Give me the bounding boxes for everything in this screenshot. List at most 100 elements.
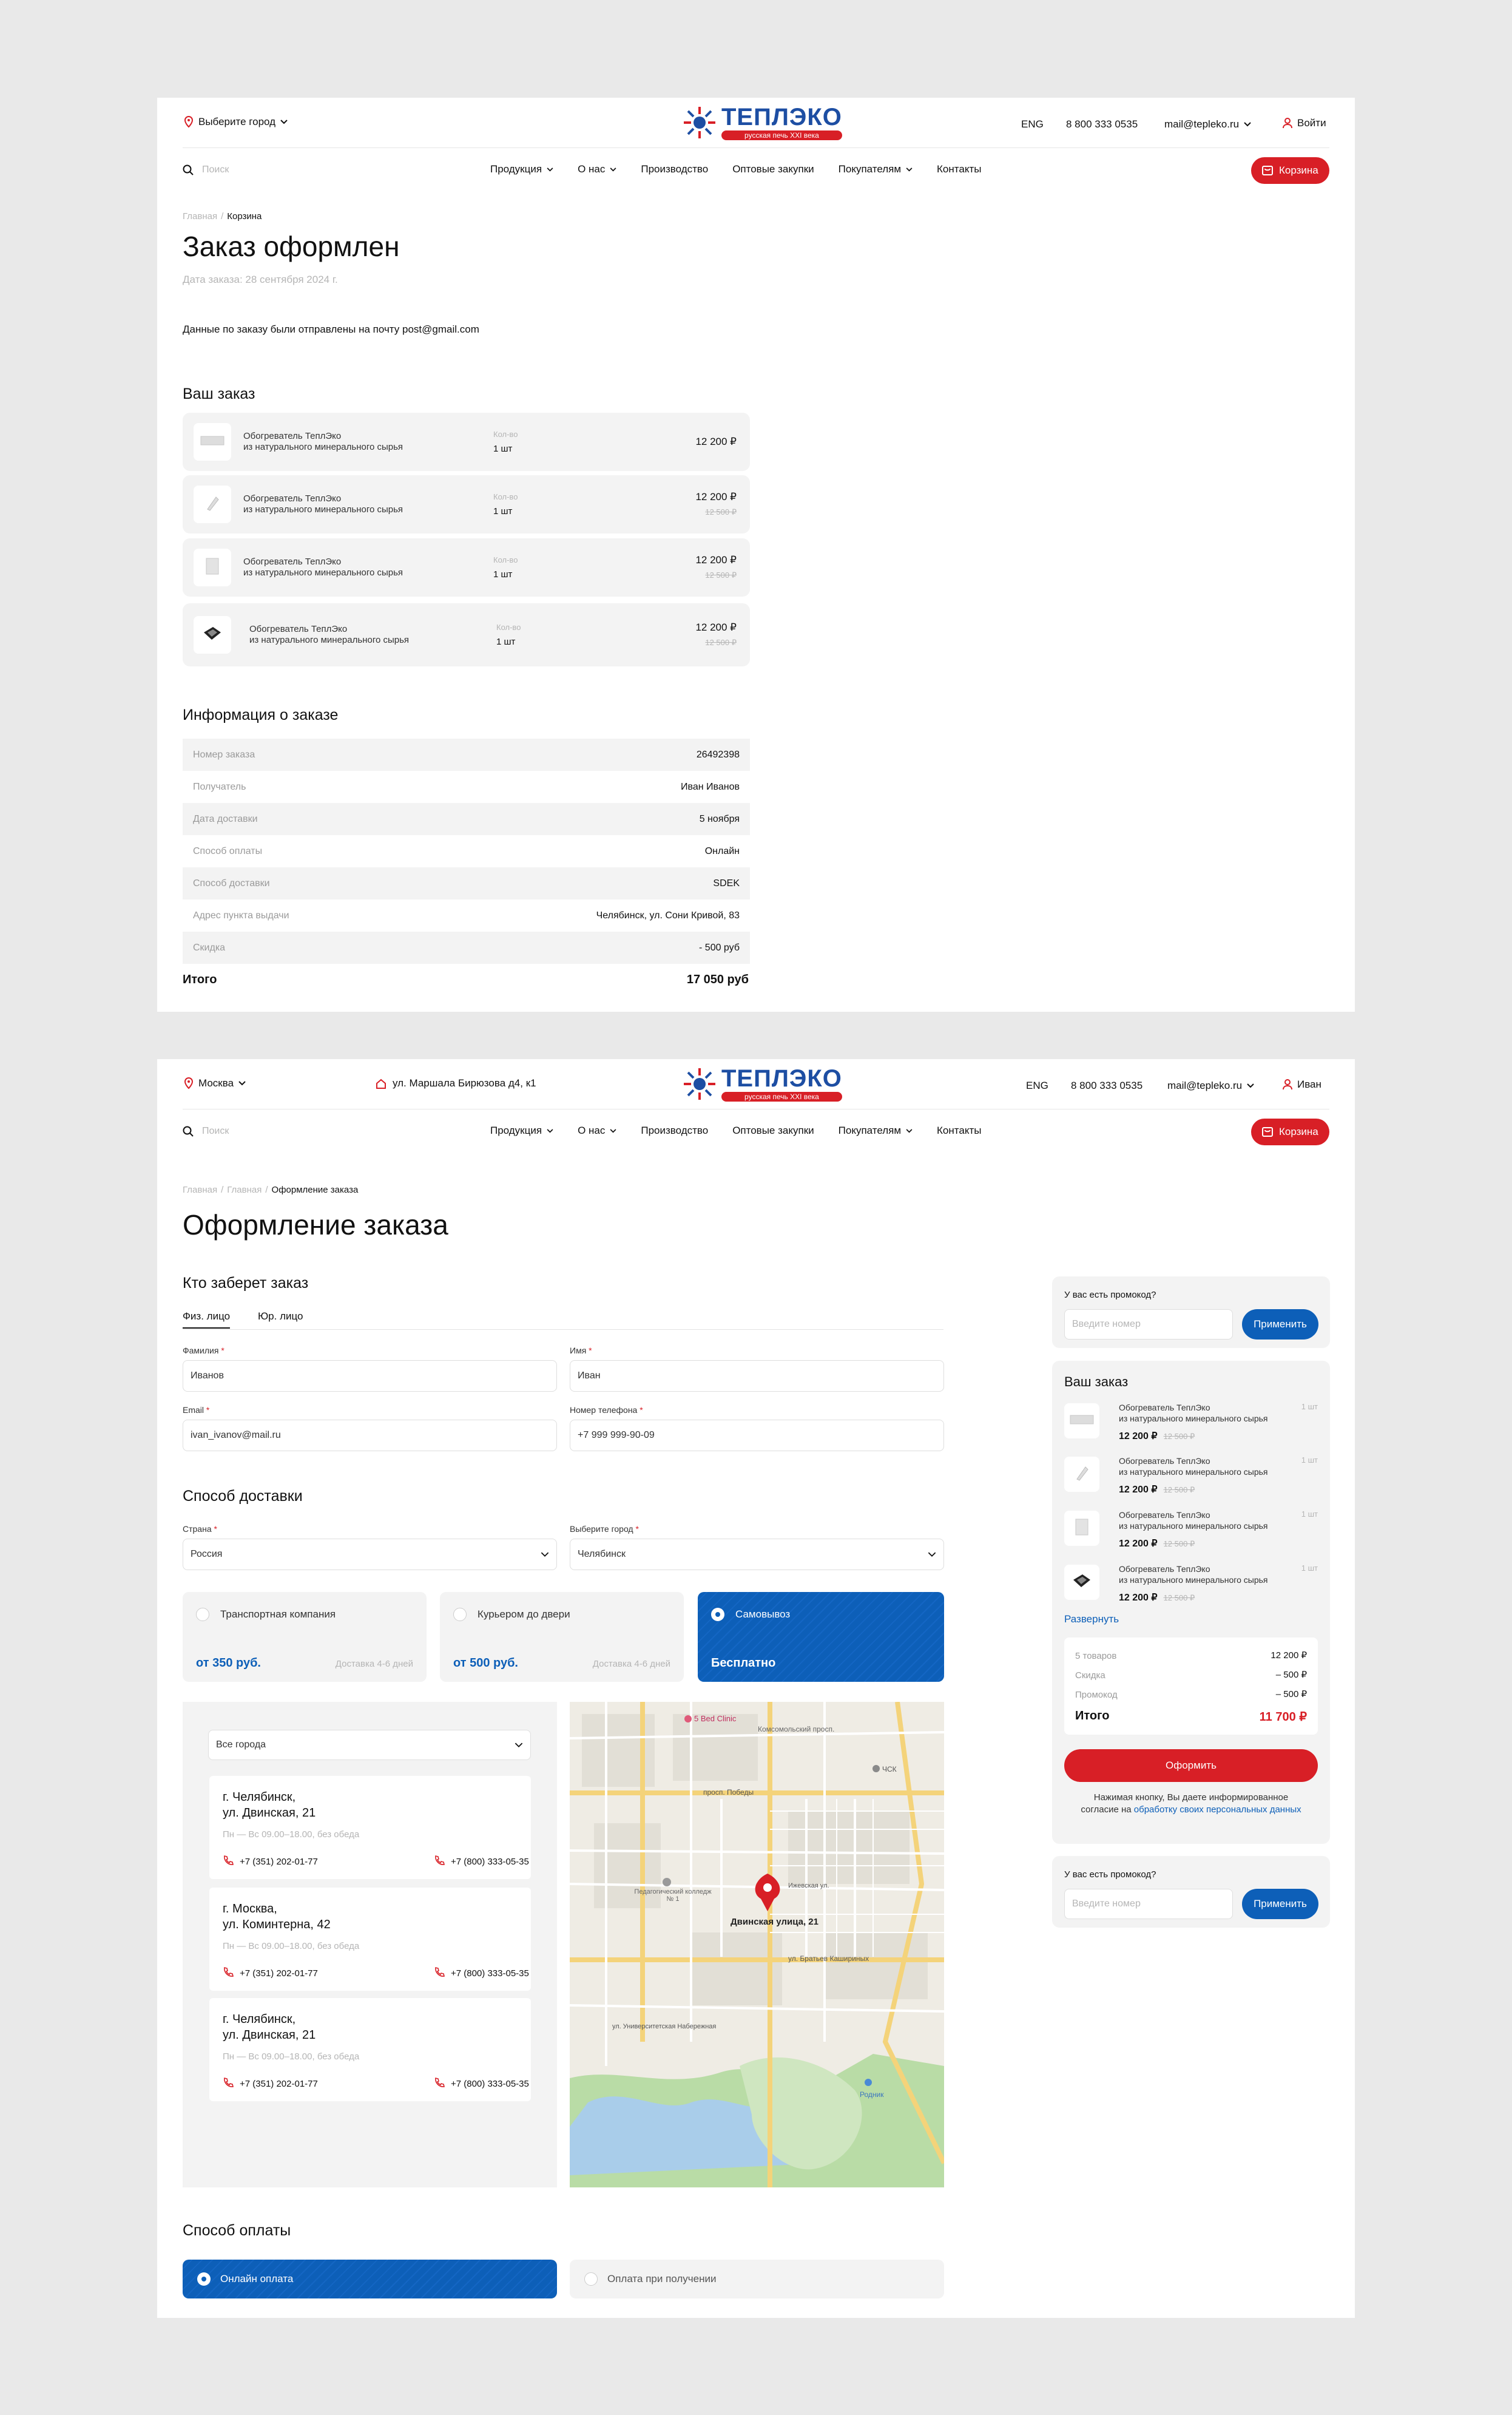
phone-link[interactable]: 8 800 333 0535	[1071, 1080, 1142, 1092]
promo-card: У вас есть промокод? Введите номер Приме…	[1052, 1856, 1330, 1928]
consent-link[interactable]: обработку своих персональных данных	[1134, 1804, 1301, 1815]
info-row: Способ оплаты Онлайн	[183, 835, 750, 867]
search-icon	[183, 164, 194, 175]
price-value: 12 200 ₽	[695, 436, 737, 447]
delivery-option-courier[interactable]: Курьером до двери от 500 руб. Доставка 4…	[440, 1592, 684, 1682]
radio-button[interactable]	[584, 2272, 598, 2286]
nav-wholesale[interactable]: Оптовые закупки	[732, 1125, 814, 1137]
nav-products[interactable]: Продукция	[490, 163, 553, 175]
breadcrumb-home[interactable]: Главная	[183, 1185, 217, 1195]
breadcrumb-home[interactable]: Главная	[227, 1185, 262, 1195]
pickup-phone-1[interactable]: +7 (351) 202-01-77	[223, 2077, 318, 2090]
nav-production[interactable]: Производство	[641, 163, 708, 175]
delivery-option-transport[interactable]: Транспортная компания от 350 руб. Достав…	[183, 1592, 427, 1682]
email-field[interactable]: ivan_ivanov@mail.ru	[183, 1420, 557, 1451]
pickup-list: Все города г. Челябинск, ул. Двинская, 21…	[183, 1702, 557, 2187]
pickup-phone-2[interactable]: +7 (800) 333-05-35	[434, 1855, 529, 1868]
pickup-point-card[interactable]: г. Челябинск, ул. Двинская, 21 Пн — Вс 09.…	[209, 1776, 531, 1879]
radio-button-selected[interactable]	[711, 1608, 724, 1621]
apply-promo-button[interactable]: Применить	[1242, 1309, 1318, 1340]
pickup-phone-2[interactable]: +7 (800) 333-05-35	[434, 2077, 529, 2090]
pickup-point-card[interactable]: г. Челябинск, ул. Двинская, 21 Пн — Вс 09.…	[209, 1998, 531, 2101]
cart-button[interactable]: Корзина	[1251, 1119, 1329, 1145]
chevron-down-icon	[906, 167, 913, 172]
phone-number: +7 (351) 202-01-77	[240, 1856, 318, 1867]
search[interactable]: Поиск	[183, 1126, 229, 1137]
qty-value: 1 шт	[1301, 1455, 1318, 1465]
nav-contacts[interactable]: Контакты	[937, 163, 981, 175]
city-label: Выберите город *	[570, 1524, 639, 1534]
radio-button-selected[interactable]	[197, 2272, 211, 2286]
product-name-line: Обогреватель ТеплЭко	[1119, 1456, 1210, 1466]
pickup-phone-1[interactable]: +7 (351) 202-01-77	[223, 1966, 318, 1980]
main-nav: Продукция О нас Производство Оптовые зак…	[490, 1125, 981, 1137]
product-thumbnail	[1064, 1511, 1099, 1546]
product-name-line: из натурального минерального сырья	[243, 442, 403, 452]
apply-promo-button[interactable]: Применить	[1242, 1889, 1318, 1919]
language-switch[interactable]: ENG	[1021, 118, 1044, 130]
store-address[interactable]: ул. Маршала Бирюзова д4, к1	[376, 1077, 536, 1089]
nav-about[interactable]: О нас	[578, 1125, 616, 1137]
product-name-line: Обогреватель ТеплЭко	[243, 557, 342, 567]
search[interactable]: Поиск	[183, 164, 229, 175]
email-dropdown[interactable]: mail@tepleko.ru	[1164, 118, 1251, 130]
payment-online[interactable]: Онлайн оплата	[183, 2260, 557, 2298]
product-name-line: Обогреватель ТеплЭко	[249, 624, 348, 634]
email-dropdown[interactable]: mail@tepleko.ru	[1167, 1080, 1254, 1092]
promo-input[interactable]: Введите номер	[1064, 1889, 1233, 1919]
cart-button[interactable]: Корзина	[1251, 157, 1329, 184]
breadcrumb-separator: /	[221, 1185, 224, 1195]
tab-person[interactable]: Физ. лицо	[183, 1310, 231, 1329]
checkout-button[interactable]: Оформить	[1064, 1749, 1318, 1782]
info-label: Способ оплаты	[193, 845, 263, 856]
cart-label: Корзина	[1279, 164, 1318, 176]
qty-label: Кол-во	[493, 555, 518, 564]
nav-customers[interactable]: Покупателям	[839, 163, 913, 175]
pickup-phone-2[interactable]: +7 (800) 333-05-35	[434, 1966, 529, 1980]
all-cities-select[interactable]: Все города	[208, 1730, 531, 1760]
pickup-street: ул. Коминтерна, 42	[223, 1918, 331, 1931]
info-value: Онлайн	[704, 845, 740, 856]
delivery-option-pickup[interactable]: Самовывоз Бесплатно	[698, 1592, 944, 1682]
map[interactable]: Двинская улица, 21 Комсомольский просп. …	[570, 1702, 944, 2187]
chevron-down-icon	[928, 1551, 936, 1557]
login-link[interactable]: Войти	[1283, 117, 1326, 129]
phone-link[interactable]: 8 800 333 0535	[1066, 118, 1138, 130]
language-switch[interactable]: ENG	[1026, 1080, 1048, 1092]
info-row: Адрес пункта выдачи Челябинск, ул. Сони К…	[183, 899, 750, 932]
totals-box: 5 товаров 12 200 ₽ Скидка – 500 ₽ Промок…	[1064, 1638, 1318, 1735]
lastname-field[interactable]: Иванов	[183, 1360, 557, 1392]
nav-about[interactable]: О нас	[578, 163, 616, 175]
pickup-point-card[interactable]: г. Москва, ул. Коминтерна, 42 Пн — Вс 09.0…	[209, 1888, 531, 1991]
product-name-line: Обогреватель ТеплЭко	[243, 493, 342, 504]
radio-button[interactable]	[196, 1608, 209, 1621]
breadcrumb-home[interactable]: Главная	[183, 211, 217, 222]
phone-field[interactable]: +7 999 999-90-09	[570, 1420, 944, 1451]
tab-company[interactable]: Юр. лицо	[258, 1310, 303, 1323]
city-selector[interactable]: Москва	[184, 1077, 246, 1089]
nav-production[interactable]: Производство	[641, 1125, 708, 1137]
logo[interactable]: ТЕПЛЭКО русская печь XXI века	[683, 105, 842, 140]
nav-products[interactable]: Продукция	[490, 1125, 553, 1137]
info-heading: Информация о заказе	[183, 706, 339, 723]
total-label: Итого	[183, 973, 217, 986]
city-selector[interactable]: Выберите город	[184, 116, 288, 128]
pickup-phone-1[interactable]: +7 (351) 202-01-77	[223, 1855, 318, 1868]
user-menu[interactable]: Иван	[1283, 1079, 1321, 1091]
expand-link[interactable]: Развернуть	[1064, 1613, 1119, 1625]
radio-button[interactable]	[453, 1608, 467, 1621]
phone-icon	[434, 1855, 445, 1868]
promo-input[interactable]: Введите номер	[1064, 1309, 1233, 1340]
firstname-field[interactable]: Иван	[570, 1360, 944, 1392]
email-label: mail@tepleko.ru	[1164, 118, 1240, 130]
country-select[interactable]: Россия	[183, 1539, 557, 1570]
nav-wholesale[interactable]: Оптовые закупки	[732, 163, 814, 175]
nav-contacts[interactable]: Контакты	[937, 1125, 981, 1137]
logo[interactable]: ТЕПЛЭКО русская печь XXI века	[683, 1066, 842, 1102]
nav-customers[interactable]: Покупателям	[839, 1125, 913, 1137]
product-price: 12 200 ₽ 12 500 ₽	[695, 620, 737, 650]
breadcrumb-separator: /	[265, 1185, 268, 1195]
city-select[interactable]: Челябинск	[570, 1539, 944, 1570]
payment-on-receipt[interactable]: Оплата при получении	[570, 2260, 944, 2298]
cart-icon	[1262, 1127, 1273, 1137]
